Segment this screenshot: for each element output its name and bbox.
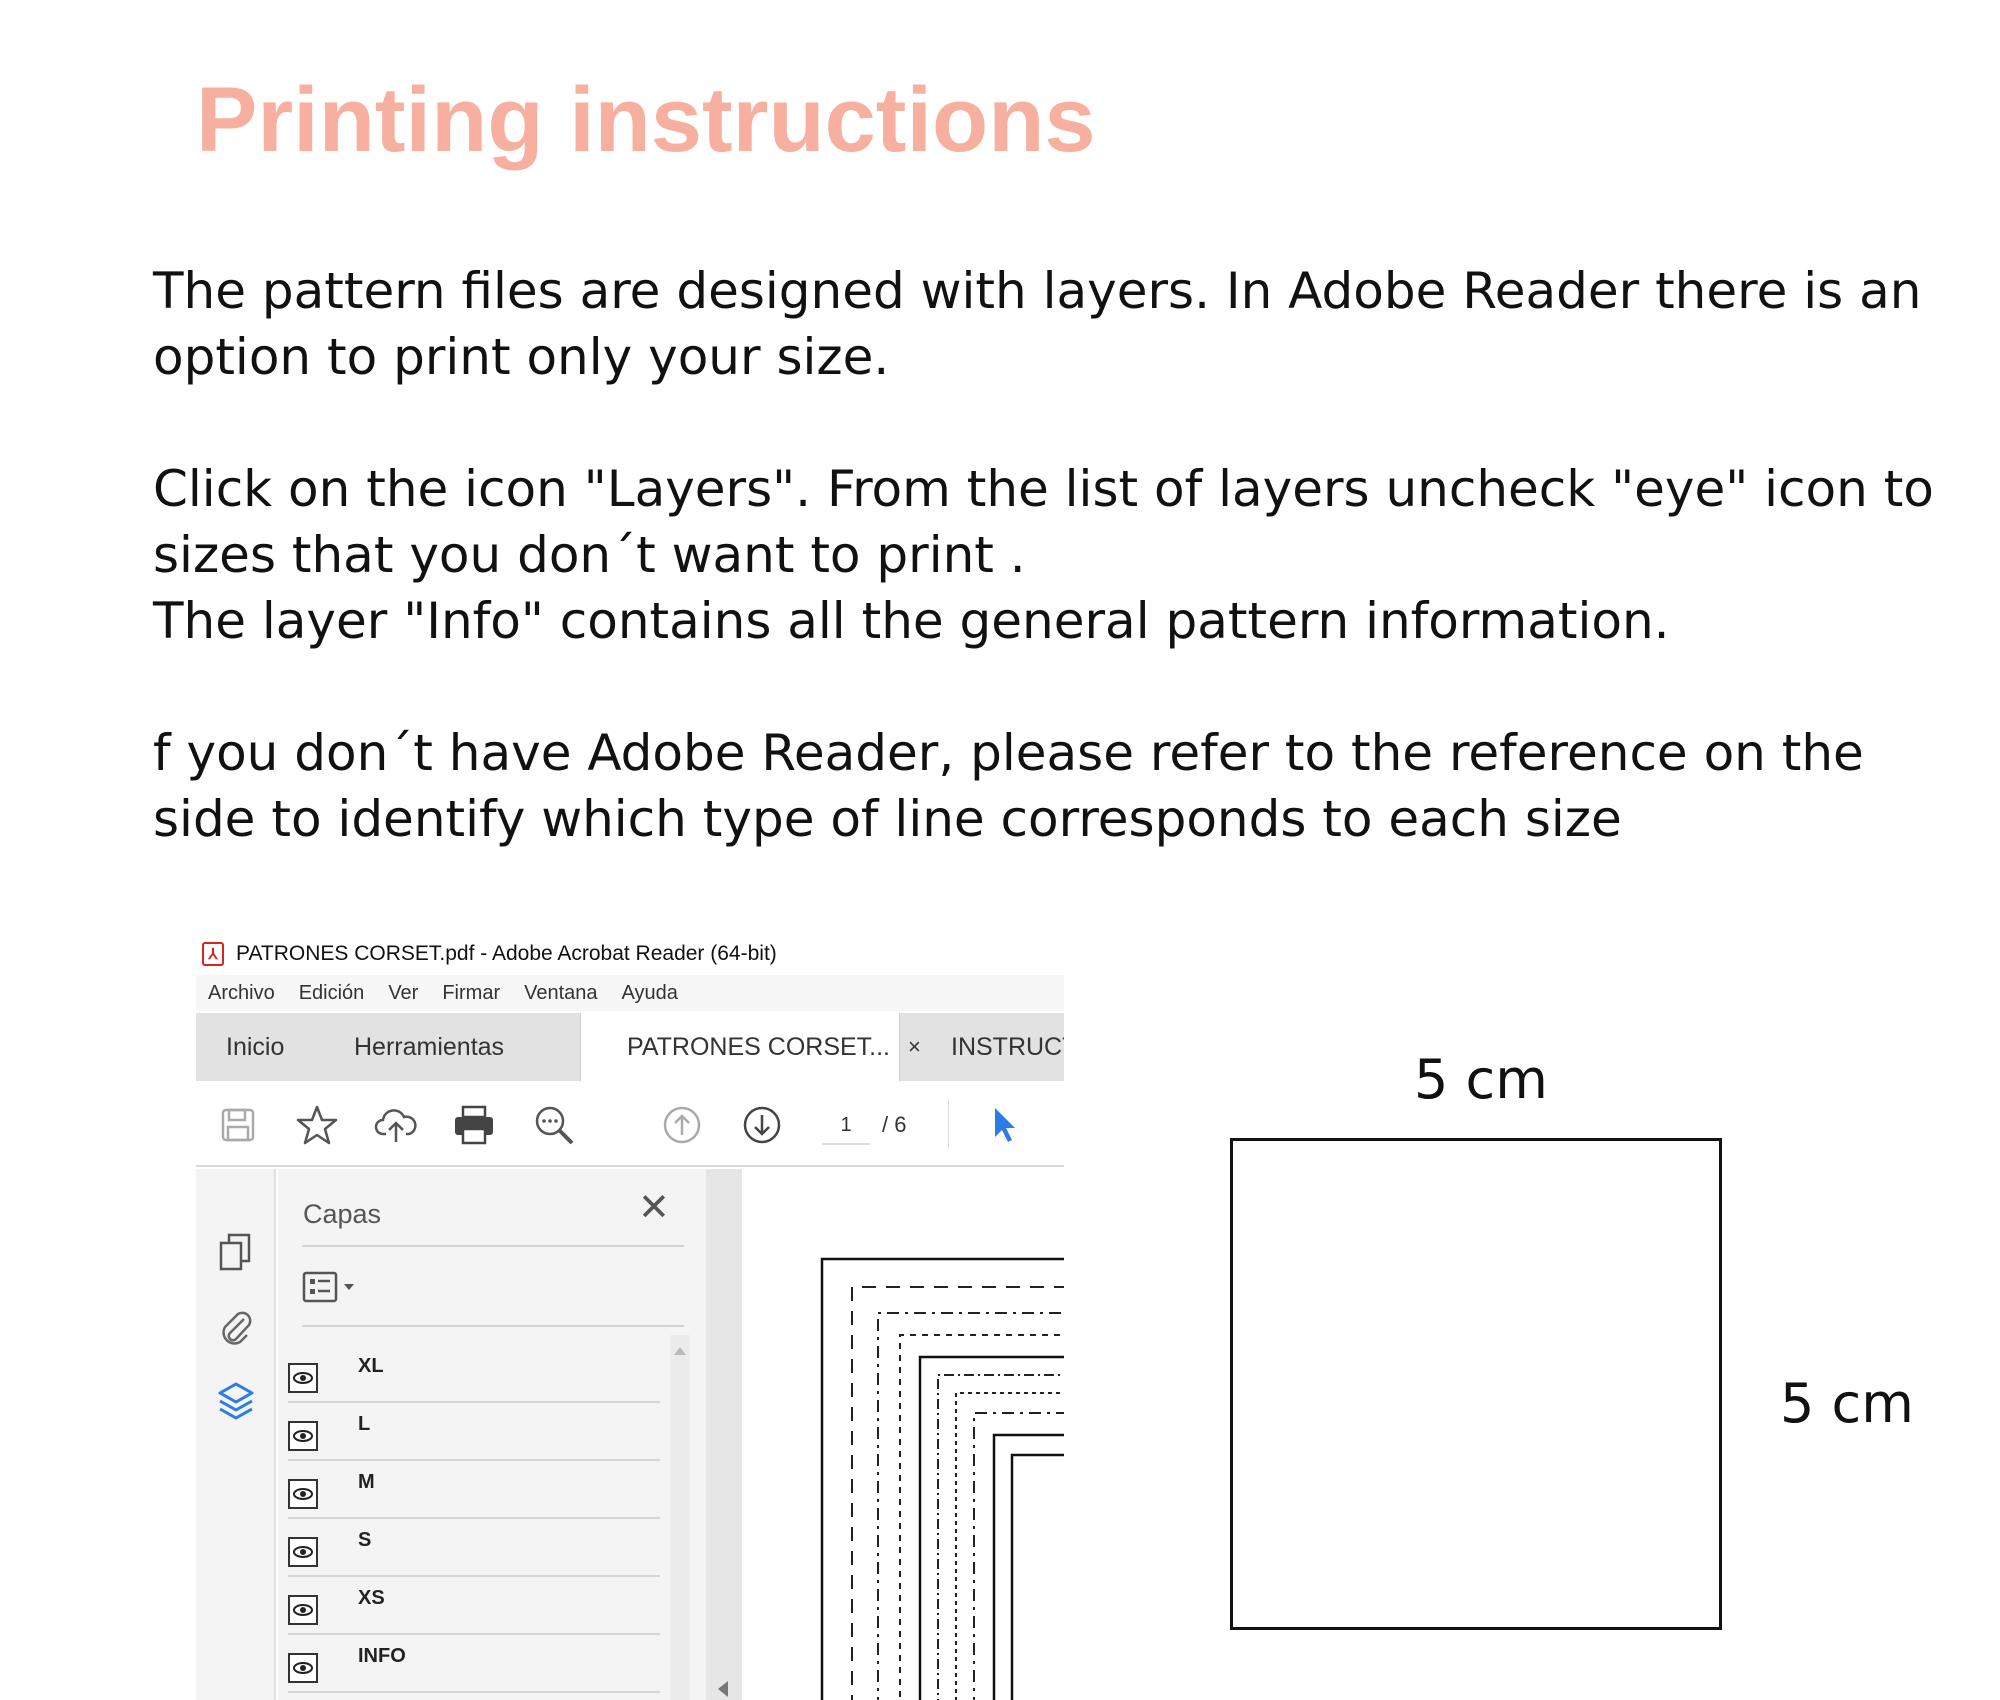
layer-row-m: M — [288, 1461, 660, 1519]
left-navigation-rail — [196, 1169, 276, 1700]
pattern-preview — [820, 1257, 1064, 1700]
scroll-up-icon[interactable] — [670, 1341, 690, 1361]
layer-label: INFO — [358, 1645, 406, 1667]
text-line: sizes that you don´t want to print . — [153, 526, 1026, 584]
menu-item-ventana[interactable]: Ventana — [524, 982, 597, 1005]
layer-label: L — [358, 1413, 371, 1435]
star-icon[interactable] — [295, 1103, 339, 1147]
page-number-input[interactable]: 1 — [822, 1105, 870, 1145]
page-up-icon[interactable] — [660, 1103, 704, 1147]
menu-bar: Archivo Edición Ver Firmar Ventana Ayuda — [196, 975, 1064, 1011]
close-icon[interactable]: × — [908, 1034, 921, 1060]
layers-panel: Capas ✕ XL L M S XS INFO — [278, 1169, 706, 1700]
paragraph-no-reader: f you don´t have Adobe Reader, please re… — [153, 720, 1953, 852]
reference-height-label: 5 cm — [1780, 1372, 1914, 1435]
layer-row-xl: XL — [288, 1345, 660, 1403]
zoom-icon[interactable] — [532, 1103, 576, 1147]
window-titlebar: ⅄ PATRONES CORSET.pdf - Adobe Acrobat Re… — [196, 933, 1064, 975]
pdf-file-icon: ⅄ — [202, 942, 224, 966]
attachment-icon[interactable] — [214, 1305, 258, 1351]
layer-label: XS — [358, 1587, 385, 1609]
panel-scrollbar[interactable] — [670, 1335, 690, 1700]
reference-square — [1230, 1138, 1722, 1630]
page-down-icon[interactable] — [740, 1103, 784, 1147]
layers-icon[interactable] — [214, 1379, 258, 1425]
text-line: Click on the icon "Layers". From the lis… — [153, 460, 1934, 518]
cloud-upload-icon[interactable] — [374, 1103, 418, 1147]
eye-icon[interactable] — [288, 1363, 318, 1393]
layer-label: M — [358, 1471, 375, 1493]
save-icon[interactable] — [216, 1103, 260, 1147]
tab-document[interactable]: PATRONES CORSET... × — [580, 1013, 921, 1081]
menu-item-ayuda[interactable]: Ayuda — [622, 982, 678, 1005]
toolbar: 1 / 6 — [196, 1081, 1064, 1167]
layer-row-xs: XS — [288, 1577, 660, 1635]
divider — [302, 1245, 684, 1247]
text-line: side to identify which type of line corr… — [153, 790, 1622, 848]
paragraph-layers-intro: The pattern files are designed with laye… — [153, 258, 1953, 390]
text-line: The pattern files are designed with laye… — [153, 262, 1922, 320]
toolbar-separator — [948, 1099, 949, 1149]
window-title: PATRONES CORSET.pdf - Adobe Acrobat Read… — [236, 942, 777, 965]
menu-item-archivo[interactable]: Archivo — [208, 982, 275, 1005]
tab-inicio[interactable]: Inicio — [226, 1013, 284, 1081]
tab-bar: Inicio Herramientas PATRONES CORSET... ×… — [196, 1013, 1064, 1081]
eye-icon[interactable] — [288, 1653, 318, 1683]
eye-icon[interactable] — [288, 1595, 318, 1625]
document-viewer — [742, 1169, 1064, 1700]
layer-row-info: INFO — [288, 1635, 660, 1693]
tab-herramientas[interactable]: Herramientas — [354, 1013, 504, 1081]
text-line: option to print only your size. — [153, 328, 890, 386]
paragraph-layers-howto: Click on the icon "Layers". From the lis… — [153, 456, 1953, 654]
panel-splitter[interactable] — [706, 1169, 742, 1700]
layer-row-l: L — [288, 1403, 660, 1461]
close-icon[interactable]: ✕ — [638, 1189, 670, 1227]
eye-icon[interactable] — [288, 1537, 318, 1567]
tab-document-label: PATRONES CORSET... — [627, 1032, 891, 1061]
pages-icon[interactable] — [214, 1229, 258, 1275]
menu-item-ver[interactable]: Ver — [388, 982, 418, 1005]
divider — [302, 1325, 684, 1327]
reference-width-label: 5 cm — [1414, 1048, 1548, 1111]
layers-panel-title: Capas — [303, 1199, 382, 1229]
page-title: Printing instructions — [196, 69, 1096, 171]
tab-instruct[interactable]: INSTRUCT — [951, 1013, 1064, 1081]
menu-item-edicion[interactable]: Edición — [299, 982, 365, 1005]
eye-icon[interactable] — [288, 1479, 318, 1509]
text-line: The layer "Info" contains all the genera… — [153, 592, 1670, 650]
layer-label: XL — [358, 1355, 384, 1377]
collapse-left-icon[interactable] — [706, 1677, 742, 1700]
layer-row-s: S — [288, 1519, 660, 1577]
page-total: / 6 — [882, 1112, 907, 1137]
layer-label: S — [358, 1529, 372, 1551]
acrobat-screenshot: ⅄ PATRONES CORSET.pdf - Adobe Acrobat Re… — [196, 933, 1064, 1700]
select-cursor-icon[interactable] — [982, 1103, 1026, 1147]
print-icon[interactable] — [452, 1103, 496, 1147]
layer-options-dropdown[interactable] — [302, 1267, 362, 1307]
menu-item-firmar[interactable]: Firmar — [442, 982, 500, 1005]
text-line: f you don´t have Adobe Reader, please re… — [153, 724, 1864, 782]
eye-icon[interactable] — [288, 1421, 318, 1451]
